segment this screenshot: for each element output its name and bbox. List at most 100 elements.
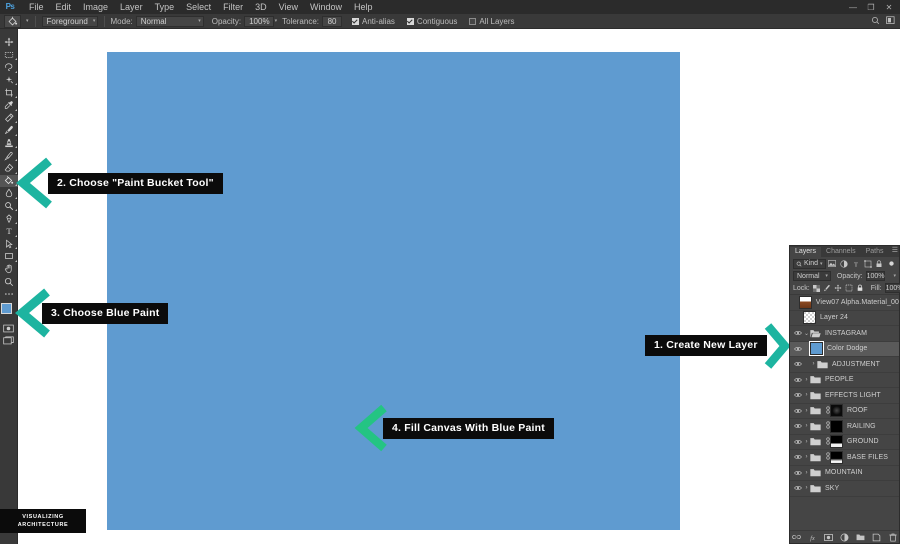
- paint-bucket-icon[interactable]: [4, 15, 21, 28]
- filter-pixel-icon[interactable]: [828, 259, 838, 269]
- layer-thumbnail[interactable]: [799, 296, 812, 309]
- layer-row[interactable]: ›SKY: [790, 481, 899, 497]
- hand-tool[interactable]: [0, 263, 18, 276]
- maximize-button[interactable]: ❐: [862, 1, 880, 13]
- layer-visibility-on-icon[interactable]: [792, 330, 803, 336]
- close-button[interactable]: ✕: [880, 1, 898, 13]
- layer-visibility-on-icon[interactable]: [792, 392, 803, 398]
- chevron-down-icon[interactable]: ⌄: [803, 330, 810, 337]
- layer-mask-icon[interactable]: [824, 533, 833, 542]
- layer-style-icon[interactable]: fx: [808, 533, 817, 542]
- layer-visibility-on-icon[interactable]: [792, 454, 803, 460]
- layer-visibility-on-icon[interactable]: [792, 361, 803, 367]
- minimize-button[interactable]: —: [844, 1, 862, 13]
- crop-tool[interactable]: [0, 86, 18, 99]
- layer-visibility-on-icon[interactable]: [792, 470, 803, 476]
- menu-item-file[interactable]: File: [23, 0, 50, 14]
- layer-row[interactable]: ›EFFECTS LIGHT: [790, 388, 899, 404]
- filter-type-icon[interactable]: T: [851, 259, 861, 269]
- tab-paths[interactable]: Paths: [861, 247, 889, 258]
- delete-layer-icon[interactable]: [888, 533, 897, 542]
- layer-visibility-on-icon[interactable]: [792, 439, 803, 445]
- layer-row[interactable]: ›PEOPLE: [790, 373, 899, 389]
- panel-menu-icon[interactable]: ☰: [892, 248, 897, 254]
- contiguous-checkbox[interactable]: Contiguous: [407, 17, 460, 26]
- chevron-right-icon[interactable]: ›: [803, 439, 810, 445]
- layer-thumbnail[interactable]: [810, 342, 823, 355]
- move-tool[interactable]: [0, 36, 18, 49]
- search-icon[interactable]: [871, 16, 880, 27]
- path-selection-tool[interactable]: [0, 238, 18, 251]
- menu-item-window[interactable]: Window: [304, 0, 348, 14]
- lock-position-icon[interactable]: [834, 284, 842, 293]
- lasso-tool[interactable]: [0, 61, 18, 74]
- chevron-right-icon[interactable]: ›: [803, 485, 810, 491]
- chevron-right-icon[interactable]: ›: [803, 454, 810, 460]
- layer-list[interactable]: View07 Alpha.Material_00Layer 24⌄INSTAGR…: [790, 294, 899, 530]
- lock-image-pixels-icon[interactable]: [823, 284, 831, 293]
- menu-item-edit[interactable]: Edit: [50, 0, 78, 14]
- zoom-tool[interactable]: [0, 275, 18, 288]
- layer-mask-thumbnail[interactable]: [830, 435, 843, 448]
- layer-visibility-on-icon[interactable]: [792, 346, 803, 352]
- chevron-down-icon[interactable]: ▾: [893, 273, 896, 279]
- layer-row[interactable]: View07 Alpha.Material_00: [790, 295, 899, 311]
- layer-row[interactable]: ›RAILING: [790, 419, 899, 435]
- clone-stamp-tool[interactable]: [0, 137, 18, 150]
- menu-bar[interactable]: File Edit Image Layer Type Select Filter…: [23, 0, 379, 14]
- spot-healing-brush-tool[interactable]: [0, 112, 18, 125]
- layer-mask-thumbnail[interactable]: [830, 451, 843, 464]
- lock-transparent-pixels-icon[interactable]: [813, 284, 820, 293]
- menu-item-layer[interactable]: Layer: [114, 0, 149, 14]
- menu-item-type[interactable]: Type: [149, 0, 181, 14]
- filter-toggle-icon[interactable]: [886, 259, 896, 269]
- filter-smartobject-icon[interactable]: [875, 259, 885, 269]
- layer-opacity-input[interactable]: 100%: [866, 271, 886, 281]
- link-layers-icon[interactable]: [792, 533, 801, 542]
- layer-thumbnail[interactable]: [803, 311, 816, 324]
- menu-item-help[interactable]: Help: [348, 0, 379, 14]
- foreground-color-swatch[interactable]: [1, 303, 12, 314]
- layer-row[interactable]: ›ROOF: [790, 404, 899, 420]
- quick-selection-tool[interactable]: [0, 74, 18, 87]
- layer-row[interactable]: ›BASE FILES: [790, 450, 899, 466]
- layer-visibility-on-icon[interactable]: [792, 408, 803, 414]
- layer-visibility-on-icon[interactable]: [792, 485, 803, 491]
- opacity-input[interactable]: 100%▾: [244, 16, 274, 27]
- new-layer-icon[interactable]: [872, 533, 881, 542]
- layer-fill-input[interactable]: 100%: [885, 283, 900, 293]
- layer-row[interactable]: Layer 24: [790, 311, 899, 327]
- layer-mask-thumbnail[interactable]: [830, 404, 843, 417]
- filter-kind-select[interactable]: Kind ▾: [793, 259, 826, 269]
- filter-adjustment-icon[interactable]: [839, 259, 849, 269]
- layer-row[interactable]: ›MOUNTAIN: [790, 466, 899, 482]
- chevron-right-icon[interactable]: ›: [803, 377, 810, 383]
- pen-tool[interactable]: [0, 212, 18, 225]
- fill-source-select[interactable]: Foreground▾: [42, 16, 98, 27]
- brush-tool[interactable]: [0, 124, 18, 137]
- layer-row[interactable]: ⌄INSTAGRAM: [790, 326, 899, 342]
- all-layers-checkbox[interactable]: All Layers: [469, 17, 517, 26]
- adjustment-layer-icon[interactable]: [840, 533, 849, 542]
- menu-item-3d[interactable]: 3D: [249, 0, 273, 14]
- rectangular-marquee-tool[interactable]: [0, 49, 18, 62]
- arrange-documents-icon[interactable]: [886, 16, 896, 27]
- tolerance-input[interactable]: 80: [322, 16, 342, 27]
- eyedropper-tool[interactable]: [0, 99, 18, 112]
- document-area[interactable]: [18, 29, 900, 544]
- chevron-right-icon[interactable]: ›: [810, 361, 817, 367]
- image-canvas[interactable]: [107, 52, 680, 530]
- chevron-right-icon[interactable]: ›: [803, 408, 810, 414]
- lock-artboard-icon[interactable]: [845, 284, 853, 293]
- lock-all-icon[interactable]: [856, 284, 864, 293]
- chevron-right-icon[interactable]: ›: [803, 392, 810, 398]
- menu-item-filter[interactable]: Filter: [217, 0, 249, 14]
- chevron-right-icon[interactable]: ›: [803, 470, 810, 476]
- rectangle-tool[interactable]: [0, 250, 18, 263]
- layer-mask-thumbnail[interactable]: [830, 420, 843, 433]
- blend-mode-select[interactable]: Normal▾: [136, 16, 204, 27]
- filter-shape-icon[interactable]: [863, 259, 873, 269]
- chevron-right-icon[interactable]: ›: [803, 423, 810, 429]
- layer-visibility-on-icon[interactable]: [792, 423, 803, 429]
- tool-preset-caret-icon[interactable]: ▾: [26, 18, 29, 24]
